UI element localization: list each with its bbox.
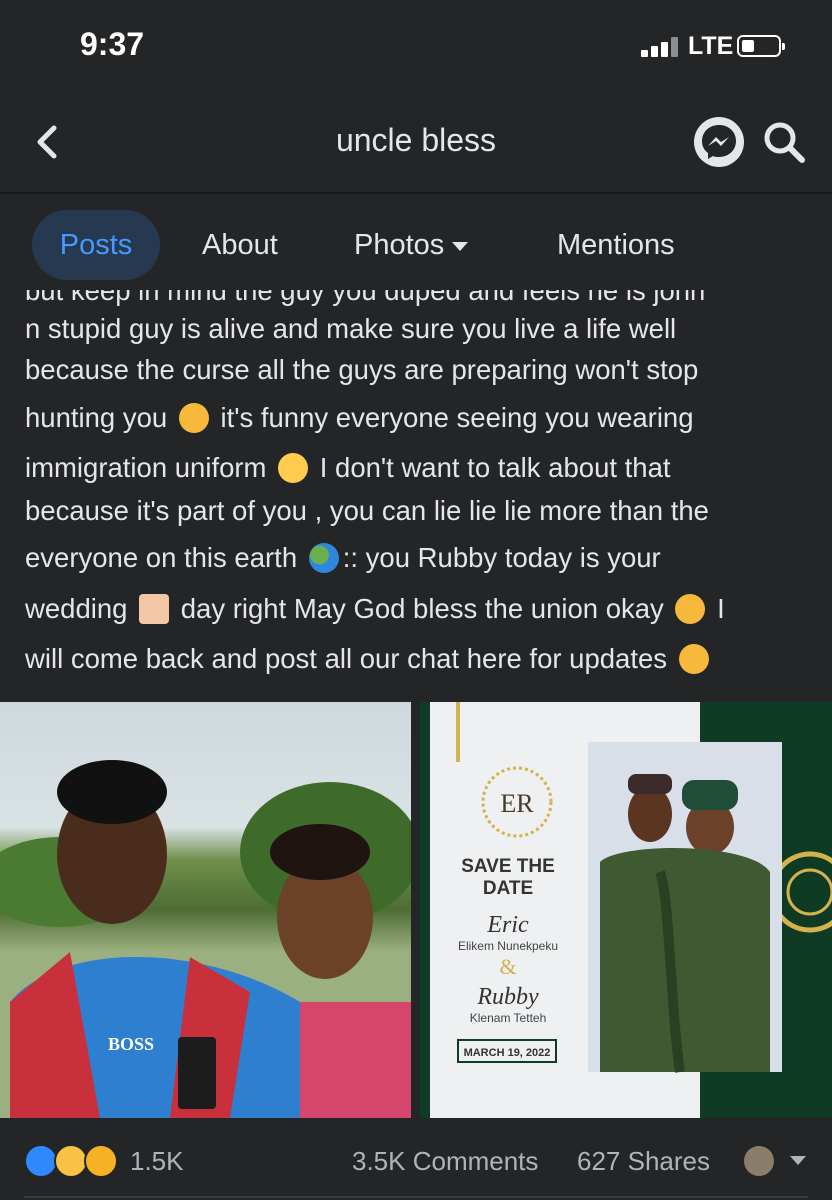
post-divider — [24, 1196, 808, 1198]
battery-icon — [737, 35, 785, 57]
laughing-emoji-icon — [278, 453, 309, 483]
post-text-line: hunting you it's funny everyone seeing y… — [25, 401, 694, 435]
bride-emoji-icon — [139, 594, 170, 624]
caret-down-icon — [452, 241, 469, 251]
invitation-ampersand: & — [499, 954, 516, 979]
post-text-line: everyone on this earth :: you Rubby toda… — [25, 541, 661, 575]
search-icon[interactable] — [760, 118, 808, 166]
post-photo-couple[interactable]: BOSS — [0, 702, 411, 1118]
post-text-line: because it's part of you , you can lie l… — [25, 495, 709, 526]
post-text-fragment: :: you Rubby today is your — [342, 542, 661, 573]
haha-reaction-icon[interactable] — [84, 1144, 118, 1178]
care-reaction-icon[interactable] — [54, 1144, 88, 1178]
shares-count[interactable]: 627 Shares — [577, 1146, 710, 1177]
earth-globe-emoji-icon — [308, 543, 339, 573]
post-text-fragment: hunting you — [25, 402, 168, 433]
post-text-line: will come back and post all our chat her… — [25, 642, 713, 676]
couple-photo-illustration: BOSS — [0, 760, 411, 1118]
like-reaction-icon[interactable] — [24, 1144, 58, 1178]
profile-header: uncle bless — [0, 92, 832, 192]
engagement-bar: 1.5K 3.5K Comments 627 Shares — [0, 1130, 832, 1190]
post-text-fragment: immigration uniform — [25, 452, 267, 483]
groom-full-name: Elikem Nunekpeku — [458, 939, 558, 953]
shirt-brand-text: BOSS — [108, 1034, 154, 1054]
post-text-fragment: wedding — [25, 593, 128, 624]
ok-hand-emoji-icon — [178, 403, 209, 433]
status-bar: 9:37 LTE — [0, 0, 832, 92]
messenger-icon[interactable] — [693, 116, 745, 168]
invitation-monogram: ER — [500, 789, 534, 818]
avatar[interactable] — [742, 1144, 776, 1178]
invitation-heading-2: DATE — [483, 878, 533, 899]
post-text-fragment: everyone on this earth — [25, 542, 298, 573]
tab-photos-label: Photos — [354, 229, 445, 261]
post-text-fragment: will come back and post all our chat her… — [25, 643, 668, 674]
invitation-date: MARCH 19, 2022 — [464, 1047, 551, 1059]
post-text-fragment: I — [717, 593, 725, 624]
bride-first-name: Rubby — [476, 984, 539, 1010]
reaction-count[interactable]: 1.5K — [130, 1146, 184, 1177]
ok-hand-emoji-icon — [675, 594, 706, 624]
signal-strength-icon — [641, 37, 681, 57]
bride-full-name: Klenam Tetteh — [470, 1011, 547, 1025]
post-text-fragment: I don't want to talk about that — [319, 452, 671, 483]
ok-hand-emoji-icon — [678, 644, 709, 674]
network-type: LTE — [688, 32, 734, 60]
post-text-line: wedding day right May God bless the unio… — [25, 592, 725, 626]
groom-first-name: Eric — [486, 912, 529, 938]
reaction-selector-chevron-icon[interactable] — [790, 1156, 806, 1165]
post-text-fragment: it's funny everyone seeing you wearing — [220, 402, 694, 433]
invitation-heading-1: SAVE THE — [461, 856, 555, 877]
post-text: but keep in mind the guy you duped and f… — [0, 290, 832, 698]
post-text-line: immigration uniform I don't want to talk… — [25, 451, 671, 485]
status-time: 9:37 — [80, 26, 145, 62]
tab-photos[interactable]: Photos — [354, 210, 469, 280]
invitation-card: ER SAVE THE DATE Eric Elikem Nunekpeku &… — [420, 702, 832, 1118]
post-photo-invitation[interactable]: ER SAVE THE DATE Eric Elikem Nunekpeku &… — [420, 702, 832, 1118]
post-text-fragment: day right May God bless the union okay — [180, 593, 664, 624]
tab-about[interactable]: About — [202, 210, 278, 280]
tab-posts[interactable]: Posts — [32, 210, 160, 280]
post-text-line: because the curse all the guys are prepa… — [25, 354, 699, 385]
profile-tabs: Posts About Photos Mentions — [0, 194, 832, 290]
post-text-line: but keep in mind the guy you duped and f… — [25, 290, 706, 306]
tab-mentions[interactable]: Mentions — [557, 210, 675, 280]
post-text-line: n stupid guy is alive and make sure you … — [25, 313, 677, 344]
comments-count[interactable]: 3.5K Comments — [352, 1146, 538, 1177]
